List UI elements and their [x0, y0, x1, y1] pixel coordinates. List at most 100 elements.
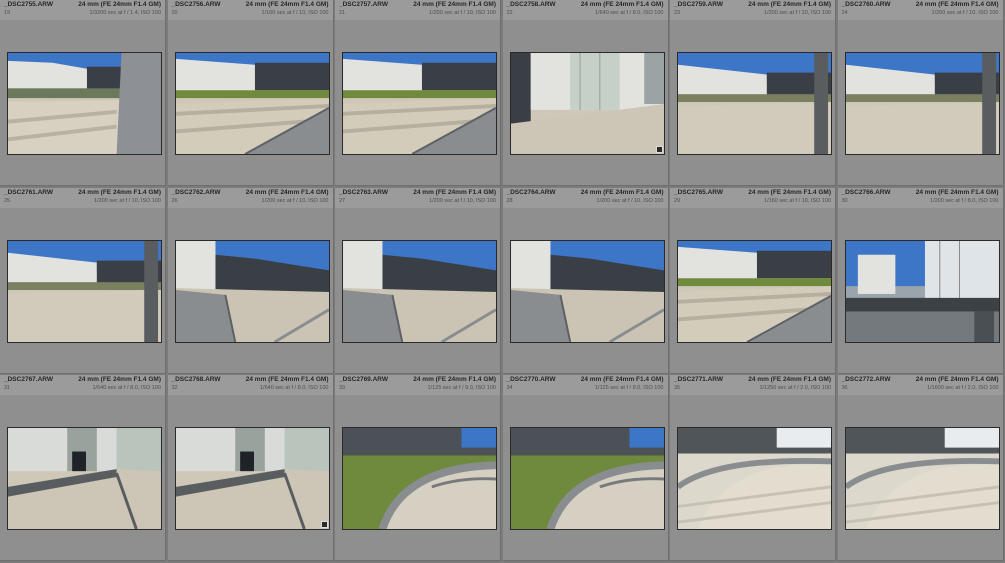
photo-info-header: _DSC2756.ARW 24 mm (FE 24mm F1.4 GM) 20 …: [167, 0, 333, 20]
photo-exposure: 1/640 sec at f / 8.0, ISO 100: [260, 385, 329, 392]
photo-lens: 24 mm (FE 24mm F1.4 GM): [413, 1, 496, 8]
photo-info-header: _DSC2769.ARW 24 mm (FE 24mm F1.4 GM) 33 …: [335, 375, 500, 396]
photo-exposure: 1/125 sec at f / 9.0, ISO 100: [427, 385, 497, 392]
photo-exposure: 1/1600 sec at f / 2.0, ISO 100: [926, 385, 999, 392]
photo-exposure: 1/200 sec at f / 10, ISO 100: [931, 10, 999, 16]
photo-cell[interactable]: _DSC2756.ARW 24 mm (FE 24mm F1.4 GM) 20 …: [167, 0, 334, 186]
photo-filename: _DSC2758.ARW: [506, 1, 556, 8]
photo-thumbnail[interactable]: [342, 52, 497, 155]
photo-thumbnail[interactable]: [7, 239, 162, 343]
photo-thumbnail[interactable]: [174, 239, 330, 343]
photo-index: 27: [339, 197, 346, 204]
photo-filename: _DSC2764.ARW: [506, 188, 556, 196]
photo-cell[interactable]: _DSC2763.ARW 24 mm (FE 24mm F1.4 GM) 27 …: [335, 187, 501, 374]
photo-lens: 24 mm (FE 24mm F1.4 GM): [915, 1, 999, 8]
photo-filename: _DSC2761.ARW: [4, 188, 54, 196]
photo-lens: 24 mm (FE 24mm F1.4 GM): [748, 188, 831, 196]
photo-thumbnail[interactable]: [844, 52, 1000, 155]
photo-exposure: 1/200 sec at f / 10, ISO 100: [764, 10, 831, 16]
photo-cell[interactable]: _DSC2757.ARW 24 mm (FE 24mm F1.4 GM) 21 …: [335, 0, 501, 186]
photo-index: 34: [506, 385, 513, 392]
photo-lens: 24 mm (FE 24mm F1.4 GM): [78, 188, 161, 196]
photo-info-header: _DSC2771.ARW 24 mm (FE 24mm F1.4 GM) 35 …: [670, 375, 835, 396]
photo-info-header: _DSC2770.ARW 24 mm (FE 24mm F1.4 GM) 34 …: [502, 375, 668, 396]
photo-thumbnail[interactable]: [7, 427, 162, 531]
photo-info-header: _DSC2772.ARW 24 mm (FE 24mm F1.4 GM) 36 …: [837, 375, 1003, 396]
photo-thumbnail[interactable]: [844, 427, 1000, 531]
photo-cell[interactable]: _DSC2770.ARW 24 mm (FE 24mm F1.4 GM) 34 …: [502, 375, 669, 562]
photo-info-header: _DSC2766.ARW 24 mm (FE 24mm F1.4 GM) 30 …: [837, 187, 1003, 208]
photo-filename: _DSC2759.ARW: [674, 1, 724, 8]
photo-info-header: _DSC2758.ARW 24 mm (FE 24mm F1.4 GM) 22 …: [502, 0, 668, 20]
photo-info-header: _DSC2762.ARW 24 mm (FE 24mm F1.4 GM) 26 …: [167, 187, 333, 208]
photo-info-header: _DSC2767.ARW 24 mm (FE 24mm F1.4 GM) 31 …: [0, 375, 165, 396]
photo-exposure: 1/200 sec at f / 10, ISO 100: [429, 197, 496, 204]
photo-cell[interactable]: _DSC2767.ARW 24 mm (FE 24mm F1.4 GM) 31 …: [0, 375, 166, 562]
photo-info-header: _DSC2760.ARW 24 mm (FE 24mm F1.4 GM) 24 …: [837, 0, 1003, 20]
photo-thumbnail[interactable]: [342, 427, 497, 531]
photo-exposure: 1/160 sec at f / 10, ISO 100: [764, 197, 831, 204]
photo-index: 35: [674, 385, 681, 392]
photo-lens: 24 mm (FE 24mm F1.4 GM): [915, 376, 999, 384]
photo-cell[interactable]: _DSC2755.ARW 24 mm (FE 24mm F1.4 GM) 19 …: [0, 0, 166, 186]
photo-thumbnail[interactable]: [509, 52, 665, 155]
photo-exposure: 1/125 sec at f / 9.0, ISO 100: [595, 385, 664, 392]
photo-index: 31: [4, 385, 11, 392]
photo-cell[interactable]: _DSC2764.ARW 24 mm (FE 24mm F1.4 GM) 28 …: [502, 187, 669, 374]
photo-thumbnail[interactable]: [174, 427, 330, 531]
photo-index: 19: [4, 10, 11, 16]
photo-filename: _DSC2763.ARW: [339, 188, 389, 196]
photo-cell[interactable]: _DSC2771.ARW 24 mm (FE 24mm F1.4 GM) 35 …: [670, 375, 836, 562]
photo-index: 20: [171, 10, 178, 16]
photo-info-header: _DSC2757.ARW 24 mm (FE 24mm F1.4 GM) 21 …: [335, 0, 500, 20]
library-grid: _DSC2755.ARW 24 mm (FE 24mm F1.4 GM) 19 …: [0, 0, 1005, 563]
photo-cell[interactable]: _DSC2768.ARW 24 mm (FE 24mm F1.4 GM) 32 …: [167, 375, 334, 562]
photo-info-header: _DSC2759.ARW 24 mm (FE 24mm F1.4 GM) 23 …: [670, 0, 835, 20]
photo-thumbnail[interactable]: [174, 52, 330, 155]
photo-thumbnail[interactable]: [677, 52, 832, 155]
photo-exposure: 1/200 sec at f / 10, ISO 100: [94, 197, 161, 204]
photo-exposure: 1/200 sec at f / 8.0, ISO 100: [930, 197, 999, 204]
photo-cell[interactable]: _DSC2772.ARW 24 mm (FE 24mm F1.4 GM) 36 …: [837, 375, 1004, 562]
photo-index: 23: [674, 10, 681, 16]
photo-filename: _DSC2769.ARW: [339, 376, 389, 384]
photo-cell[interactable]: _DSC2766.ARW 24 mm (FE 24mm F1.4 GM) 30 …: [837, 187, 1004, 374]
photo-thumbnail[interactable]: [509, 427, 665, 531]
photo-index: 30: [841, 197, 848, 204]
photo-lens: 24 mm (FE 24mm F1.4 GM): [915, 188, 999, 196]
photo-thumbnail[interactable]: [677, 239, 832, 343]
photo-thumbnail[interactable]: [7, 52, 162, 155]
photo-thumbnail[interactable]: [342, 239, 497, 343]
photo-cell[interactable]: _DSC2759.ARW 24 mm (FE 24mm F1.4 GM) 23 …: [670, 0, 836, 186]
photo-lens: 24 mm (FE 24mm F1.4 GM): [245, 188, 329, 196]
photo-cell[interactable]: _DSC2760.ARW 24 mm (FE 24mm F1.4 GM) 24 …: [837, 0, 1004, 186]
photo-index: 25: [4, 197, 11, 204]
photo-index: 22: [506, 10, 513, 16]
photo-thumbnail[interactable]: [509, 239, 665, 343]
photo-index: 28: [506, 197, 513, 204]
photo-filename: _DSC2771.ARW: [674, 376, 724, 384]
photo-info-header: _DSC2755.ARW 24 mm (FE 24mm F1.4 GM) 19 …: [0, 0, 165, 20]
photo-cell[interactable]: _DSC2769.ARW 24 mm (FE 24mm F1.4 GM) 33 …: [335, 375, 501, 562]
photo-cell[interactable]: _DSC2758.ARW 24 mm (FE 24mm F1.4 GM) 22 …: [502, 0, 669, 186]
photo-exposure: 1/640 sec at f / 8.0, ISO 100: [92, 385, 162, 392]
photo-index: 32: [171, 385, 178, 392]
photo-exposure: 1/200 sec at f / 10, ISO 100: [596, 197, 664, 204]
photo-index: 33: [339, 385, 346, 392]
photo-info-header: _DSC2768.ARW 24 mm (FE 24mm F1.4 GM) 32 …: [167, 375, 333, 396]
photo-lens: 24 mm (FE 24mm F1.4 GM): [580, 1, 664, 8]
photo-exposure: 1/160 sec at f / 10, ISO 100: [261, 10, 329, 16]
photo-info-header: _DSC2763.ARW 24 mm (FE 24mm F1.4 GM) 27 …: [335, 187, 500, 208]
photo-thumbnail[interactable]: [677, 427, 832, 531]
photo-thumbnail[interactable]: [844, 239, 1000, 343]
edited-badge-icon: [655, 146, 663, 153]
photo-filename: _DSC2770.ARW: [506, 376, 556, 384]
photo-cell[interactable]: _DSC2761.ARW 24 mm (FE 24mm F1.4 GM) 25 …: [0, 187, 166, 374]
photo-filename: _DSC2762.ARW: [171, 188, 221, 196]
photo-cell[interactable]: _DSC2762.ARW 24 mm (FE 24mm F1.4 GM) 26 …: [167, 187, 334, 374]
photo-filename: _DSC2768.ARW: [171, 376, 221, 384]
photo-filename: _DSC2772.ARW: [841, 376, 891, 384]
photo-exposure: 1/200 sec at f / 10, ISO 100: [429, 10, 496, 16]
photo-cell[interactable]: _DSC2765.ARW 24 mm (FE 24mm F1.4 GM) 29 …: [670, 187, 836, 374]
photo-exposure: 1/200 sec at f / 10, ISO 100: [261, 197, 329, 204]
